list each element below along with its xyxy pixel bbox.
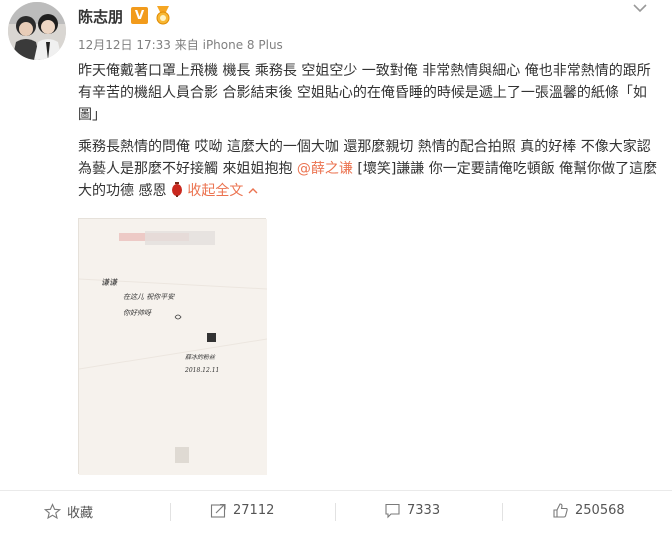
note-line-2: 在这儿 祝你平安	[123, 293, 175, 301]
avatar[interactable]	[8, 2, 66, 60]
post-content: 昨天俺戴著口罩上飛機 機長 乘務長 空姐空少 一致對俺 非常熱情與細心 俺也非常…	[78, 60, 660, 202]
medal-icon[interactable]	[152, 5, 174, 25]
repost-button[interactable]: 27112	[210, 502, 274, 519]
note-paper: 谦谦 在这儿 祝你平安 你好帅呀 薛冰的粉丝 2018.12.11	[78, 219, 268, 475]
chevron-down-icon[interactable]	[632, 2, 648, 14]
thumbs-up-icon	[553, 503, 568, 518]
post-timestamp[interactable]: 12月12日 17:33	[78, 38, 171, 52]
source-prefix: 来自	[174, 38, 199, 52]
note-signature: 薛冰的粉丝	[185, 353, 216, 361]
emoji-text: [壞笑]	[352, 161, 397, 177]
action-bar: 收藏 27112 7333 250568	[0, 490, 672, 535]
divider	[335, 503, 336, 521]
comment-button[interactable]: 7333	[384, 502, 440, 519]
comment-count: 7333	[407, 503, 441, 518]
lantern-emoji-icon	[171, 182, 182, 197]
post-paragraph-1: 昨天俺戴著口罩上飛機 機長 乘務長 空姐空少 一致對俺 非常熱情與細心 俺也非常…	[78, 63, 651, 123]
post-source[interactable]: iPhone 8 Plus	[203, 38, 283, 52]
star-icon	[44, 503, 61, 520]
repost-icon	[210, 503, 226, 518]
like-count: 250568	[575, 503, 625, 518]
favorite-button[interactable]: 收藏	[44, 502, 93, 521]
repost-count: 27112	[233, 503, 275, 518]
note-line-1: 谦谦	[101, 278, 118, 287]
comment-icon	[385, 503, 400, 519]
note-line-3: 你好帅呀	[123, 309, 152, 317]
favorite-label: 收藏	[67, 506, 94, 521]
like-button[interactable]: 250568	[552, 502, 625, 519]
post-paragraph-2: 乘務長熱情的問俺 哎呦 這麼大的一個大咖 還那麼親切 熱情的配合拍照 真的好棒 …	[78, 136, 660, 202]
avatar-image	[8, 2, 66, 60]
verified-badge-icon: V	[131, 7, 148, 24]
note-date: 2018.12.11	[184, 367, 219, 374]
collapse-link[interactable]: 收起全文	[187, 183, 258, 199]
post-meta: 12月12日 17:33 来自 iPhone 8 Plus	[78, 36, 283, 53]
divider	[170, 503, 171, 521]
mention-link[interactable]: @薛之谦	[297, 161, 353, 177]
post-image[interactable]: 谦谦 在这儿 祝你平安 你好帅呀 薛冰的粉丝 2018.12.11	[78, 218, 268, 475]
divider	[502, 503, 503, 521]
username[interactable]: 陈志朋	[78, 6, 123, 27]
chevron-up-icon	[248, 188, 258, 194]
collapse-label[interactable]: 收起全文	[187, 183, 243, 199]
